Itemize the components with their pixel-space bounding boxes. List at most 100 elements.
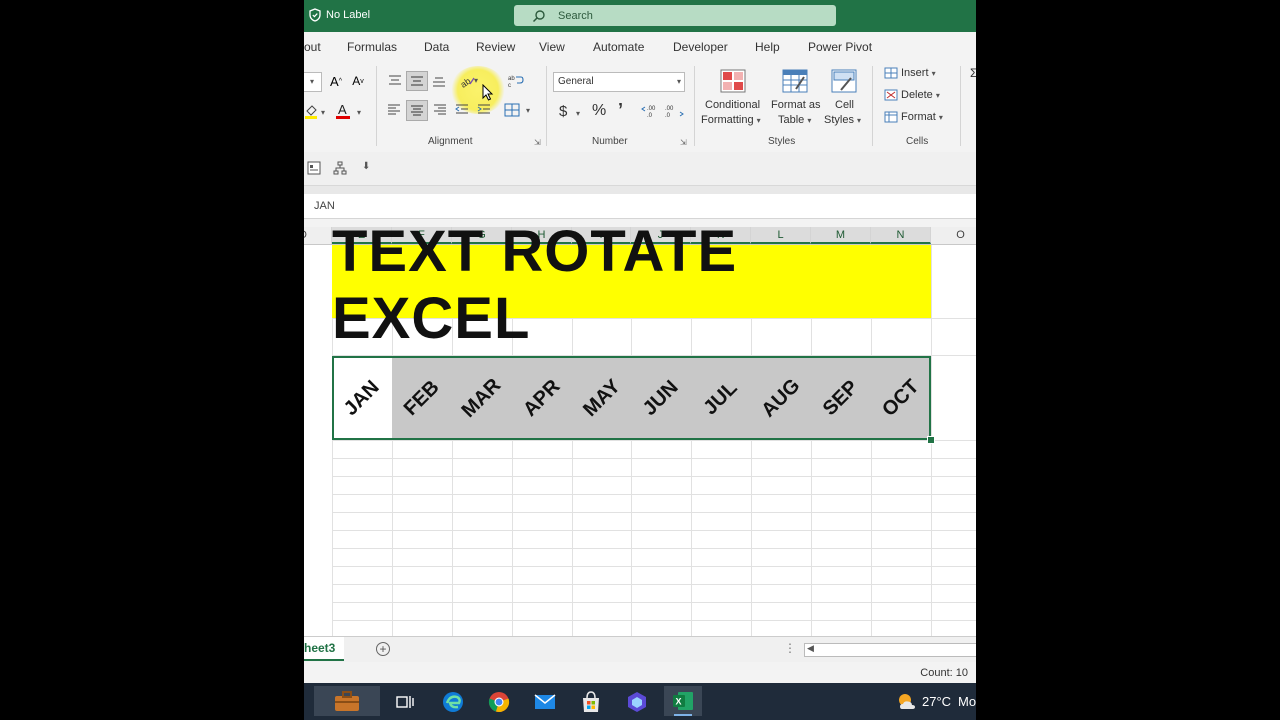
merge-center-icon[interactable] <box>502 100 522 120</box>
svg-text:A: A <box>338 102 347 117</box>
decrease-indent-icon[interactable] <box>452 100 472 120</box>
excel-taskbar-icon[interactable]: X <box>664 686 702 716</box>
insert-cells-icon[interactable] <box>883 66 899 80</box>
form-icon[interactable] <box>306 160 322 176</box>
align-center-icon[interactable] <box>406 100 428 121</box>
number-launcher-icon[interactable]: ⇲ <box>680 138 687 147</box>
insert-cells-button[interactable]: Insert ▾ <box>901 67 936 79</box>
power-automate-icon[interactable] <box>624 689 650 715</box>
sum-icon[interactable]: Σ <box>970 66 976 80</box>
search-box[interactable]: Search <box>514 5 836 26</box>
worksheet-grid[interactable]: TEXT ROTATE EXCEL JAN FEB MAR APR MAY JU… <box>304 219 976 636</box>
ribbon-divider <box>694 66 695 146</box>
customize-qat-icon[interactable]: ⬇ <box>362 161 370 172</box>
gridline <box>332 602 976 603</box>
scroll-left-icon[interactable]: ◀ <box>807 643 814 654</box>
alignment-launcher-icon[interactable]: ⇲ <box>534 138 541 147</box>
gridline <box>332 548 976 549</box>
weather-icon[interactable] <box>894 689 920 715</box>
windows-taskbar: X 27°C Mo <box>304 683 976 720</box>
tab-view[interactable]: View <box>539 40 565 54</box>
add-sheet-icon[interactable]: + <box>376 642 390 656</box>
increase-decimal-icon[interactable]: .00.0 <box>640 102 662 120</box>
conditional-formatting-label-1[interactable]: Conditional <box>705 99 760 111</box>
selection-border <box>332 356 931 440</box>
formula-bar[interactable]: JAN <box>304 194 976 219</box>
column-header-o[interactable]: O <box>931 227 976 244</box>
clock-partial[interactable]: Mo <box>958 694 976 709</box>
svg-text:X: X <box>676 697 682 707</box>
chrome-icon[interactable] <box>486 689 512 715</box>
cell-styles-label-1[interactable]: Cell <box>835 99 854 111</box>
orientation-caret[interactable]: ▾ <box>474 76 478 85</box>
column-header-d[interactable]: D <box>304 227 332 244</box>
more-options-icon[interactable]: ⋮ <box>784 641 796 655</box>
work-briefcase-icon[interactable] <box>314 686 380 716</box>
bottom-align-icon[interactable] <box>430 72 448 90</box>
percent-icon[interactable]: % <box>592 102 606 120</box>
decrease-font-icon[interactable]: Av <box>350 72 366 90</box>
wrap-text-icon[interactable]: ab c <box>506 72 526 90</box>
fill-color-icon[interactable] <box>304 102 318 120</box>
conditional-formatting-label-2[interactable]: Formatting ▾ <box>701 114 761 126</box>
sheet-title[interactable]: TEXT ROTATE EXCEL <box>332 219 931 351</box>
temperature[interactable]: 27°C <box>922 694 951 709</box>
tab-automate[interactable]: Automate <box>593 40 644 54</box>
cell-styles-icon[interactable] <box>830 68 858 94</box>
ribbon-tabs: out Formulas Data Review View Automate D… <box>304 32 976 60</box>
ribbon-divider <box>376 66 377 146</box>
status-bar: Count: 10 <box>304 662 976 683</box>
search-icon <box>532 9 545 22</box>
search-placeholder: Search <box>558 9 593 22</box>
middle-align-icon[interactable] <box>406 71 428 91</box>
horizontal-scrollbar[interactable]: ◀ <box>804 643 976 657</box>
align-left-icon[interactable] <box>384 100 404 120</box>
format-as-table-label-1[interactable]: Format as <box>771 99 821 111</box>
format-cells-button[interactable]: Format ▾ <box>901 111 943 123</box>
tab-data[interactable]: Data <box>424 40 449 54</box>
increase-indent-icon[interactable] <box>474 100 494 120</box>
currency-caret[interactable]: ▾ <box>576 109 580 118</box>
format-as-table-icon[interactable] <box>781 68 809 94</box>
gridline <box>332 476 976 477</box>
format-as-table-label-2[interactable]: Table ▾ <box>778 114 811 126</box>
font-size-dropdown[interactable]: ▾ <box>304 72 322 92</box>
hierarchy-icon[interactable] <box>332 160 348 176</box>
merge-caret[interactable]: ▾ <box>526 106 530 115</box>
fill-handle[interactable] <box>927 436 935 444</box>
ribbon-divider <box>960 66 961 146</box>
number-format-dropdown[interactable]: General ▾ <box>553 72 685 92</box>
formula-content: JAN <box>314 200 335 212</box>
font-color-icon[interactable]: A <box>334 101 352 121</box>
tab-developer[interactable]: Developer <box>673 40 728 54</box>
align-right-icon[interactable] <box>430 100 450 120</box>
edge-icon[interactable] <box>440 689 466 715</box>
tab-formulas[interactable]: Formulas <box>347 40 397 54</box>
fill-color-caret[interactable]: ▾ <box>321 108 325 117</box>
sheet-tab-active[interactable]: heet3 <box>304 637 344 661</box>
currency-icon[interactable]: $ <box>559 103 567 120</box>
top-align-icon[interactable] <box>386 72 404 90</box>
comma-icon[interactable]: ’ <box>618 100 623 121</box>
mail-icon[interactable] <box>532 689 558 715</box>
sensitivity-label[interactable]: No Label <box>308 8 370 22</box>
tab-layout[interactable]: out <box>304 40 321 54</box>
delete-cells-button[interactable]: Delete ▾ <box>901 89 940 101</box>
svg-text:.00: .00 <box>647 106 656 112</box>
font-color-caret[interactable]: ▾ <box>357 108 361 117</box>
increase-font-icon[interactable]: A ^ <box>328 72 344 90</box>
task-view-icon[interactable] <box>392 689 418 715</box>
decrease-decimal-icon[interactable]: .00.0 <box>664 102 686 120</box>
alignment-group-label: Alignment <box>428 136 473 147</box>
conditional-formatting-icon[interactable] <box>719 68 747 94</box>
format-cells-icon[interactable] <box>883 110 899 124</box>
store-icon[interactable] <box>578 689 604 715</box>
svg-text:.00: .00 <box>665 106 674 112</box>
ribbon-divider <box>546 66 547 146</box>
gridline <box>332 620 976 621</box>
cell-styles-label-2[interactable]: Styles ▾ <box>824 114 861 126</box>
tab-review[interactable]: Review <box>476 40 515 54</box>
delete-cells-icon[interactable] <box>883 88 899 102</box>
tab-help[interactable]: Help <box>755 40 780 54</box>
tab-power-pivot[interactable]: Power Pivot <box>808 40 872 54</box>
